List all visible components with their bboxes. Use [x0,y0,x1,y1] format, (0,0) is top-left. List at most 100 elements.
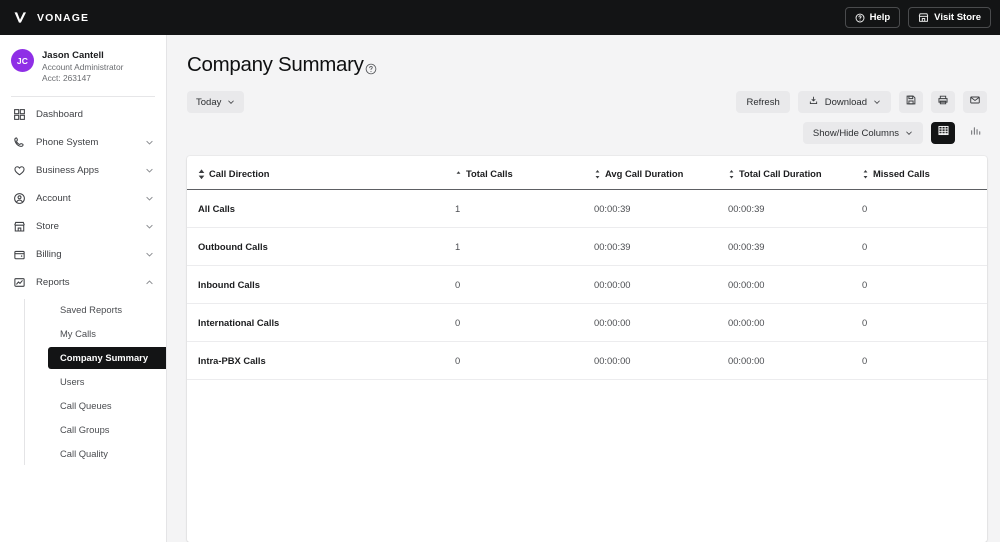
profile-name: Jason Cantell [42,50,104,61]
help-button[interactable]: Help [844,7,901,28]
brand-logo[interactable]: VONAGE [12,9,89,26]
cell-call-direction: Intra-PBX Calls [187,341,455,380]
sidebar-label: Billing [36,249,62,261]
sidebar-item-call-queues[interactable]: Call Queues [49,395,166,417]
sub-item-label: My Calls [60,328,96,340]
sidebar-item-phone-system[interactable]: Phone System [0,131,166,155]
cell-missed-calls: 0 [862,227,987,266]
table-row[interactable]: Intra-PBX Calls 0 00:00:00 00:00:00 0 0 [187,341,987,380]
chevron-down-icon [227,98,235,106]
download-dropdown[interactable]: Download [797,91,891,113]
brand-name: VONAGE [37,11,90,24]
sidebar-divider [11,95,155,97]
chevron-down-icon [145,222,154,231]
table-row[interactable]: Inbound Calls 0 00:00:00 00:00:00 0 0 [187,265,987,304]
sub-item-label: Call Quality [60,448,108,460]
chart-view-toggle[interactable] [963,122,987,144]
cell-total-duration: 00:00:39 [728,189,862,228]
sort-both-icon [198,168,205,179]
sidebar-item-users[interactable]: Users [49,371,166,393]
top-bar: VONAGE Help Visit Store [0,0,1000,35]
column-header-label: Total Call Duration [739,168,822,179]
chevron-down-icon [145,138,154,147]
cell-total-calls: 1 [455,189,594,228]
chevron-down-icon [873,98,881,106]
sidebar-label: Phone System [36,137,99,149]
profile-role: Account Administrator [42,61,124,72]
cell-avg-duration: 00:00:00 [594,265,728,304]
table-empty-space [187,380,987,542]
table-grid-icon [937,124,950,142]
cell-total-duration: 00:00:39 [728,227,862,266]
top-bar-actions: Help Visit Store [844,7,991,28]
sidebar-label: Business Apps [36,165,99,177]
sidebar-item-store[interactable]: Store [0,215,166,239]
store-icon [918,12,929,23]
column-header-missed-calls[interactable]: Missed Calls [862,156,987,190]
sidebar-item-my-calls[interactable]: My Calls [49,323,166,345]
reports-subnav: Saved Reports My Calls Company Summary U… [24,298,166,465]
save-button[interactable] [899,91,923,113]
column-header-label: Missed Calls [873,168,930,179]
table-row[interactable]: Outbound Calls 1 00:00:39 00:00:39 0 1 [187,227,987,266]
table-row[interactable]: International Calls 0 00:00:00 00:00:00 … [187,303,987,342]
save-disk-icon [905,93,917,111]
sidebar-label: Reports [36,277,70,289]
sidebar-item-call-quality[interactable]: Call Quality [49,443,166,465]
print-button[interactable] [931,91,955,113]
chart-line-icon [13,276,26,289]
profile-text: Jason Cantell Account Administrator Acct… [42,49,123,85]
cell-total-calls: 0 [455,341,594,380]
cell-missed-calls: 0 [862,265,987,304]
sidebar-item-call-groups[interactable]: Call Groups [49,419,166,441]
show-hide-columns-dropdown[interactable]: Show/Hide Columns [802,122,923,144]
download-icon [808,95,819,109]
column-header-call-direction[interactable]: Call Direction [187,156,455,190]
body-split: JC Jason Cantell Account Administrator A… [0,35,1000,542]
cell-avg-duration: 00:00:00 [594,303,728,342]
cell-missed-calls: 0 [862,189,987,228]
sidebar-item-account[interactable]: Account [0,187,166,211]
sidebar-item-reports[interactable]: Reports [0,271,166,295]
question-circle-icon[interactable] [365,62,377,74]
column-header-total-call-duration[interactable]: Total Call Duration [728,156,862,190]
visit-store-label: Visit Store [934,12,981,23]
company-summary-table: Call Direction Total Calls Avg Call Dura… [187,156,987,380]
column-header-label: Avg Call Duration [605,168,684,179]
cell-call-direction: All Calls [187,189,455,228]
column-header-avg-call-duration[interactable]: Avg Call Duration [594,156,728,190]
refresh-button[interactable]: Refresh [736,91,790,113]
cell-total-calls: 0 [455,303,594,342]
sub-item-label: Users [60,376,85,388]
sidebar-item-business-apps[interactable]: Business Apps [0,159,166,183]
billing-icon [13,248,26,261]
sidebar-item-billing[interactable]: Billing [0,243,166,267]
toolbar-right: Refresh Download Show/Hide Columns [736,91,987,144]
sidebar-label: Dashboard [36,109,83,121]
toolbar: Today Refresh Download Show/Hide Columns [187,91,987,144]
table-view-toggle[interactable] [931,122,955,144]
profile-account: Acct: 263147 [42,73,91,84]
sidebar-item-saved-reports[interactable]: Saved Reports [49,299,166,321]
main-header: Company Summary Today Refresh Download S… [167,35,1000,144]
chevron-up-icon [145,278,154,287]
user-profile[interactable]: JC Jason Cantell Account Administrator A… [0,45,166,96]
cell-avg-duration: 00:00:39 [594,227,728,266]
report-table-card: Call Direction Total Calls Avg Call Dura… [187,156,987,542]
show-hide-columns-label: Show/Hide Columns [812,127,899,139]
cell-missed-calls: 0 [862,341,987,380]
sidebar: JC Jason Cantell Account Administrator A… [0,35,167,542]
table-row[interactable]: All Calls 1 00:00:39 00:00:39 0 1 [187,189,987,228]
sidebar-item-dashboard[interactable]: Dashboard [0,103,166,127]
email-button[interactable] [963,91,987,113]
download-label: Download [824,96,867,108]
visit-store-button[interactable]: Visit Store [908,7,991,28]
grid-icon [13,108,26,121]
app-root: VONAGE Help Visit Store JC Jason Cantell… [0,0,1000,542]
sort-asc-icon [455,169,462,179]
column-header-total-calls[interactable]: Total Calls [455,156,594,190]
help-button-label: Help [869,12,891,23]
date-filter-dropdown[interactable]: Today [187,91,245,113]
sidebar-item-company-summary[interactable]: Company Summary [48,346,166,369]
sort-both-icon [862,169,869,179]
